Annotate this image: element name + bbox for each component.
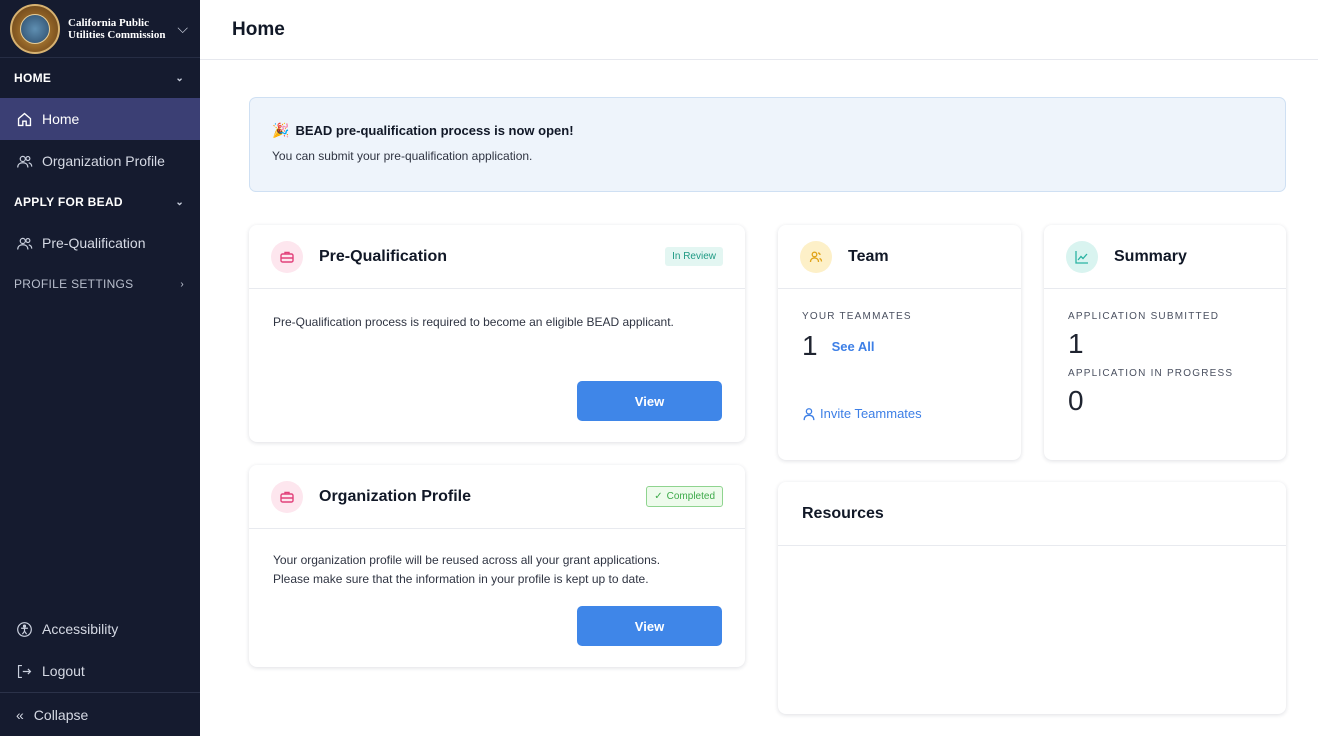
sidebar-item-home[interactable]: Home (0, 98, 200, 140)
logout-button[interactable]: Logout (0, 650, 200, 692)
check-circle-icon: ✓ (654, 491, 663, 502)
status-badge: In Review (665, 247, 723, 266)
top-bar: Home (200, 0, 1318, 60)
chart-line-icon (1066, 240, 1098, 273)
summary-card: Summary APPLICATION SUBMITTED 1 APPLICAT… (1044, 225, 1286, 460)
collapse-label: Collapse (33, 706, 89, 723)
team-icon (800, 240, 832, 273)
card-title: Team (848, 247, 889, 265)
user-icon (803, 407, 815, 420)
section-home[interactable]: HOME ⌄ (0, 58, 200, 98)
organization-profile-card: Organization Profile ✓ Completed Your or… (249, 465, 745, 667)
accessibility-button[interactable]: Accessibility (0, 608, 200, 650)
page-title: Home (232, 18, 285, 40)
pre-qualification-card: Pre-Qualification In Review Pre-Qualific… (249, 225, 745, 442)
brand-switcher[interactable]: California Public Utilities Commission ⌵ (0, 0, 200, 58)
section-apply-label: APPLY FOR BEAD (14, 195, 123, 209)
collapse-button[interactable]: « Collapse (0, 692, 200, 736)
teammates-count: 1 (802, 330, 818, 361)
sidebar-item-label: Organization Profile (42, 153, 165, 169)
applications-submitted-count: 1 (1068, 328, 1084, 359)
chevron-down-icon: ⌄ (175, 196, 184, 208)
users-icon (17, 155, 33, 167)
users-icon (17, 237, 33, 249)
section-home-label: HOME (14, 71, 52, 85)
card-title: Pre-Qualification (319, 247, 448, 265)
view-organization-profile-button[interactable]: View (577, 606, 722, 646)
sidebar-footer: Accessibility Logout « Collapse (0, 608, 200, 736)
sidebar: California Public Utilities Commission ⌵… (0, 0, 200, 736)
chevron-down-icon[interactable]: ⌵ (177, 20, 188, 37)
chevron-right-icon: › (180, 278, 184, 290)
resources-card: Resources (778, 482, 1286, 714)
accessibility-icon (17, 621, 32, 637)
card-title: Organization Profile (319, 487, 472, 505)
view-pre-qualification-button[interactable]: View (577, 381, 722, 421)
see-all-link[interactable]: See All (832, 339, 875, 354)
card-title: Summary (1114, 247, 1187, 265)
briefcase-icon (271, 240, 303, 273)
invite-teammates-label: Invite Teammates (820, 406, 922, 421)
applications-in-progress-label: APPLICATION IN PROGRESS (1068, 368, 1234, 379)
chevron-down-icon: ⌄ (175, 72, 184, 84)
invite-teammates-link[interactable]: Invite Teammates (802, 406, 997, 421)
status-badge-label: Completed (666, 491, 715, 502)
sidebar-item-label: Home (42, 111, 80, 127)
logout-icon (17, 664, 32, 678)
accessibility-label: Accessibility (42, 621, 119, 637)
brand-name: California Public Utilities Commission (68, 16, 166, 41)
card-description: Your organization profile will be reused… (273, 553, 661, 586)
sidebar-item-label: Pre-Qualification (42, 235, 146, 251)
section-profile-settings-label: PROFILE SETTINGS (14, 277, 134, 291)
logout-label: Logout (42, 663, 85, 679)
section-profile-settings[interactable]: PROFILE SETTINGS › (0, 264, 200, 304)
party-popper-icon: 🎉 (272, 122, 290, 138)
applications-in-progress-count: 0 (1068, 385, 1084, 416)
sidebar-item-pre-qualification[interactable]: Pre-Qualification (0, 222, 200, 264)
card-title: Resources (802, 504, 884, 522)
announcement-banner: 🎉 BEAD pre-qualification process is now … (249, 97, 1286, 192)
sidebar-item-organization-profile[interactable]: Organization Profile (0, 140, 200, 182)
section-apply-for-bead[interactable]: APPLY FOR BEAD ⌄ (0, 182, 200, 222)
briefcase-icon (271, 480, 303, 513)
banner-text: You can submit your pre-qualification ap… (272, 149, 533, 163)
status-badge: ✓ Completed (646, 486, 723, 507)
double-chevron-left-icon: « (16, 706, 24, 723)
home-icon (17, 112, 32, 126)
teammates-label: YOUR TEAMMATES (802, 311, 912, 322)
banner-title: BEAD pre-qualification process is now op… (295, 123, 574, 138)
applications-submitted-label: APPLICATION SUBMITTED (1068, 311, 1220, 322)
cpuc-seal-logo (10, 3, 60, 54)
team-card: Team YOUR TEAMMATES 1 See All Invite Tea… (778, 225, 1021, 460)
card-description: Pre-Qualification process is required to… (273, 315, 674, 329)
